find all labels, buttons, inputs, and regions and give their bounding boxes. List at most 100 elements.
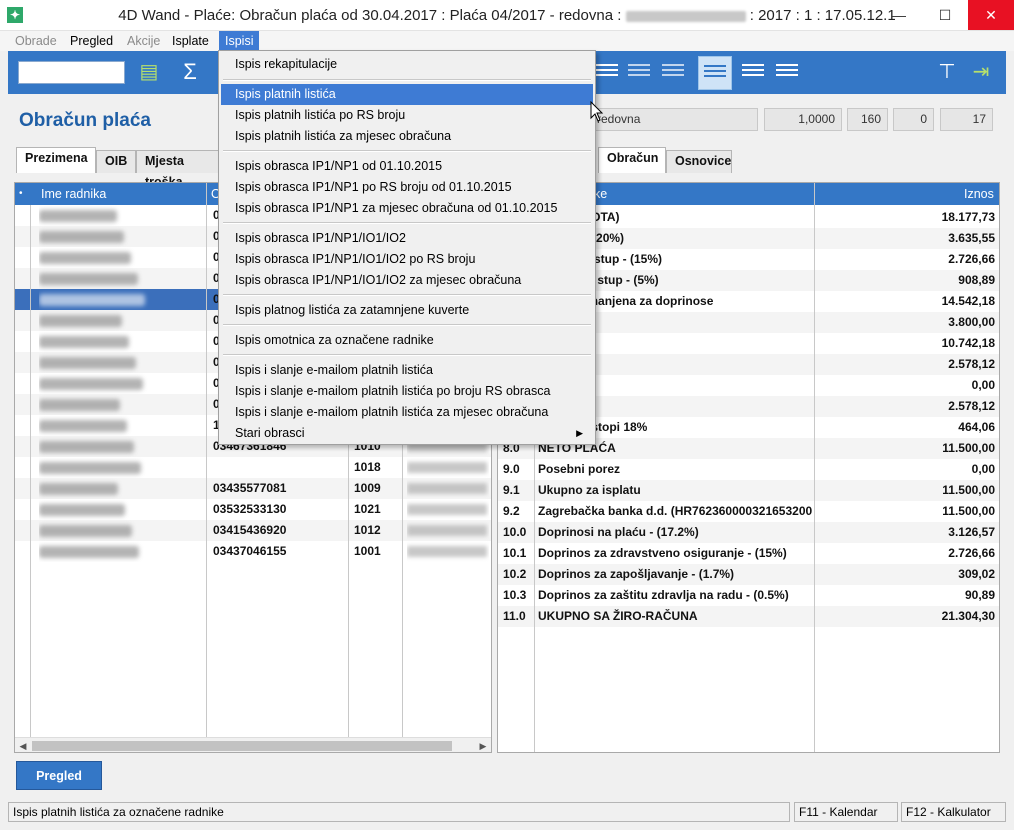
minimize-button[interactable]: — [876,0,922,30]
employee-oib: 03437046155 [213,544,287,558]
tab-prezimena[interactable]: Prezimena [16,147,96,173]
menu-email-listici[interactable]: Ispis i slanje e-mailom platnih listića [221,360,593,381]
menu-omotnice[interactable]: Ispis omotnica za označene radnike [221,330,593,351]
count-field: 17 [940,108,993,131]
table-row[interactable]: 03437046155 1001 [15,541,491,562]
menu-ip1-np1[interactable]: Ispis obrasca IP1/NP1 od 01.10.2015 [221,156,593,177]
employee-name-redacted [39,499,199,520]
menu-stari-obrasci-label: Stari obrasci [235,426,305,440]
menu-ip1-np1-io1-io2-rs-broj[interactable]: Ispis obrasca IP1/NP1/IO1/IO2 po RS broj… [221,249,593,270]
list-view-selected-icon[interactable] [698,56,732,90]
menu-email-listici-rs[interactable]: Ispis i slanje e-mailom platnih listića … [221,381,593,402]
menu-ip1-np1-mjesec[interactable]: Ispis obrasca IP1/NP1 za mjesec obračuna… [221,198,593,219]
maximize-button[interactable]: ☐ [922,0,968,30]
list-add-icon[interactable] [594,57,620,87]
menu-email-listici-mjesec[interactable]: Ispis i slanje e-mailom platnih listića … [221,402,593,423]
menu-obrade[interactable]: Obrade [9,31,63,51]
table-row[interactable]: 10.3 Doprinos za zaštitu zdravlja na radu… [498,585,999,606]
menu-ip1-np1-io1-io2-mjesec[interactable]: Ispis obrasca IP1/NP1/IO1/IO2 za mjesec … [221,270,593,291]
table-row[interactable]: 9.2 Zagrebačka banka d.d. (HR762360000321… [498,501,999,522]
row-amount: 0,00 [971,378,995,392]
horizontal-scrollbar[interactable]: ◀ ▶ [15,737,491,752]
table-row[interactable]: 10.0 Doprinosi na plaću - (17.2%) 3.126,57 [498,522,999,543]
menu-ip1-np1-io1-io2[interactable]: Ispis obrasca IP1/NP1/IO1/IO2 [221,228,593,249]
employee-code: 1012 [354,523,381,537]
row-amount: 14.542,18 [941,294,995,308]
col-divider [206,183,207,737]
row-amount: 90,89 [964,588,995,602]
f12-calculator-hint[interactable]: F12 - Kalkulator [901,802,1006,822]
table-row[interactable]: 10.2 Doprinos za zapošljavanje - (1.7%) 30… [498,564,999,585]
list-view-compact-icon[interactable] [740,57,766,87]
employee-name-redacted [39,541,199,562]
employee-code: 1001 [354,544,381,558]
table-row[interactable]: 03415436920 1012 [15,520,491,541]
employee-oib: 03435577081 [213,481,287,495]
menu-ispis-rekapitulacije[interactable]: Ispis rekapitulacije [221,54,593,75]
close-button[interactable]: ✕ [968,0,1014,30]
scroll-left-icon[interactable]: ◀ [15,738,31,752]
employee-extra-redacted [407,457,489,478]
sigma-icon[interactable]: Σ [178,57,202,87]
header-dot: • [19,188,23,199]
col-name-header[interactable]: Ime radnika [41,183,106,205]
row-number: 10.0 [503,525,527,539]
employee-name-redacted [39,415,199,436]
tab-osnovice[interactable]: Osnovice [666,150,732,173]
table-row[interactable]: 9.1 Ukupno za isplatu 11.500,00 [498,480,999,501]
window-title: 4D Wand - Plaće: Obračun plaća od 30.04.… [0,0,1014,31]
row-description: Doprinos za zapošljavanje - (1.7%) [538,567,735,581]
coefficient-field: 1,0000 [764,108,842,131]
row-description: Zagrebačka banka d.d. (HR762360000321653… [538,504,813,518]
table-row[interactable]: 11.0 UKUPNO SA ŽIRO-RAČUNA 21.304,30 [498,606,999,627]
scrollbar-thumb[interactable] [32,741,452,751]
menu-ispis-listica-rs-broj[interactable]: Ispis platnih listića po RS broju [221,105,593,126]
row-description: UKUPNO SA ŽIRO-RAČUNA [538,609,698,623]
menu-isplate[interactable]: Isplate [166,31,215,51]
table-row[interactable]: 9.0 Posebni porez 0,00 [498,459,999,480]
row-amount: 3.800,00 [948,315,995,329]
menu-stari-obrasci[interactable]: Stari obrasci ▶ [221,423,593,444]
menu-zatamnjene-kuverte[interactable]: Ispis platnog listića za zatamnjene kuve… [221,300,593,321]
export-icon[interactable]: ▤ [134,57,164,87]
menu-separator [223,294,591,296]
employee-name-redacted [39,289,199,310]
menu-ispis-listica-mjesec[interactable]: Ispis platnih listića za mjesec obračuna [221,126,593,147]
list-view-dense-icon[interactable] [774,57,800,87]
table-row[interactable]: 03532533130 1021 [15,499,491,520]
tab-oib[interactable]: OIB [96,150,136,173]
row-amount: 3.635,55 [948,231,995,245]
menu-separator [223,222,591,224]
zero-field: 0 [893,108,934,131]
row-amount: 2.578,12 [948,357,995,371]
row-amount: 2.726,66 [948,546,995,560]
row-description: Ukupno za isplatu [538,483,641,497]
list-refresh-icon[interactable] [660,57,686,87]
toolbar-search-input[interactable] [18,61,125,84]
menu-akcije[interactable]: Akcije [121,31,166,51]
status-message: Ispis platnih listića za označene radnik… [8,802,790,822]
employee-name-redacted [39,436,199,457]
col-amount-header[interactable]: Iznos [964,183,994,205]
menu-separator [223,354,591,356]
f11-calendar-hint[interactable]: F11 - Kalendar [794,802,898,822]
row-amount: 11.500,00 [942,441,995,455]
menu-ispisi[interactable]: Ispisi [219,31,260,51]
signpost-icon[interactable]: ⊤ [934,57,960,87]
menu-ip1-np1-rs-broj[interactable]: Ispis obrasca IP1/NP1 po RS broju od 01.… [221,177,593,198]
menu-pregled[interactable]: Pregled [64,31,119,51]
pregled-button[interactable]: Pregled [16,761,102,790]
list-delete-icon[interactable] [626,57,652,87]
scroll-right-icon[interactable]: ▶ [475,738,491,752]
col-divider [30,205,31,737]
menu-ispis-platnih-listica[interactable]: Ispis platnih listića [221,84,593,105]
employee-name-redacted [39,394,199,415]
table-row[interactable]: 10.1 Doprinos za zdravstveno osiguranje -… [498,543,999,564]
employee-oib: 03415436920 [213,523,287,537]
exit-icon[interactable]: ⇥ [968,57,994,87]
mouse-cursor-icon [590,101,604,122]
table-row[interactable]: 1018 [15,457,491,478]
tab-mjesta-troska[interactable]: Mjesta troška [136,150,220,189]
table-row[interactable]: 03435577081 1009 [15,478,491,499]
tab-obracun[interactable]: Obračun [598,147,666,173]
